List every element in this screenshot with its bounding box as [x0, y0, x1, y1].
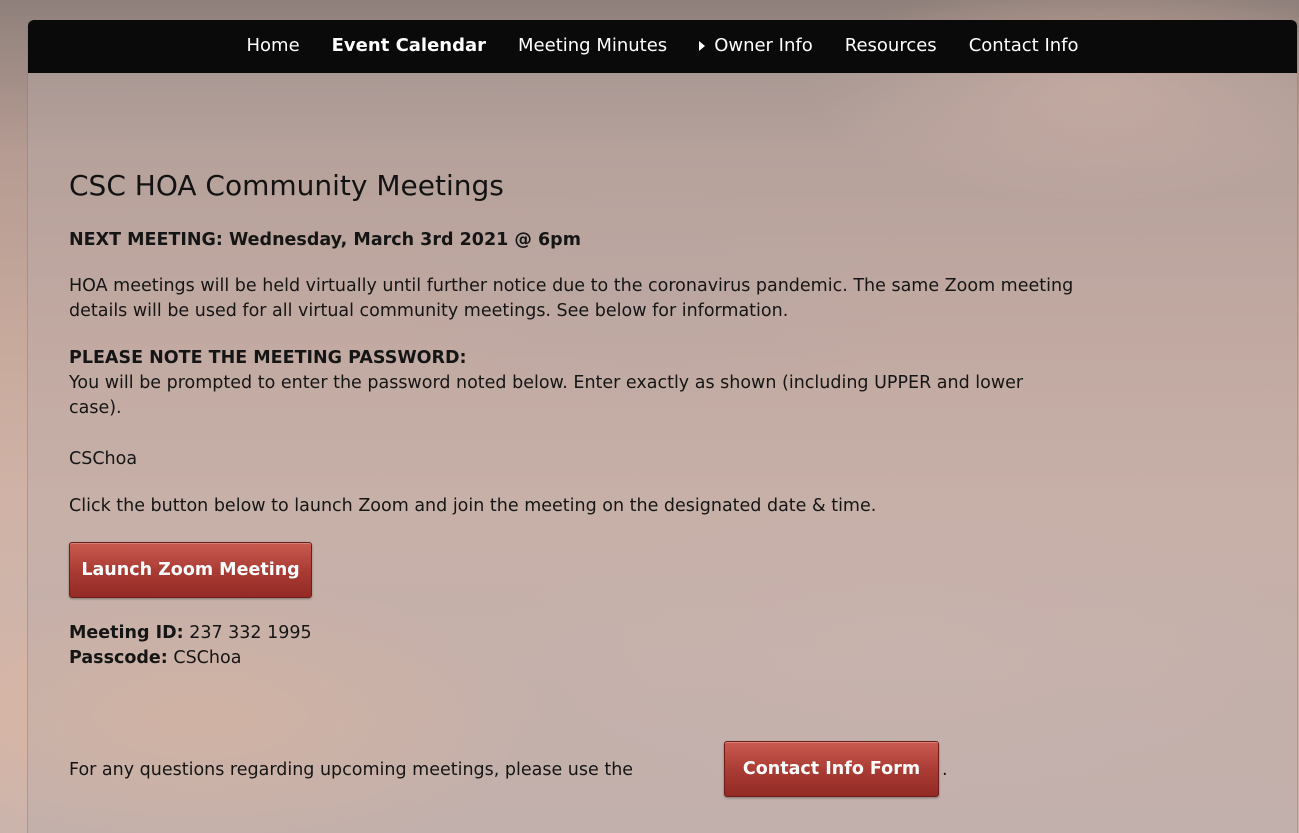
meeting-id-label: Meeting ID: — [69, 623, 184, 643]
nav-contact-info[interactable]: Contact Info — [969, 35, 1079, 56]
main-navbar: Home Event Calendar Meeting Minutes Owne… — [28, 20, 1297, 73]
passcode-line: Passcode: CSChoa — [69, 646, 241, 670]
contact-info-form-button[interactable]: Contact Info Form — [724, 741, 939, 797]
questions-text: For any questions regarding upcoming mee… — [69, 760, 634, 780]
launch-zoom-button[interactable]: Launch Zoom Meeting — [69, 542, 312, 598]
nav-resources-label: Resources — [844, 35, 937, 56]
intro-text-line-2: details will be used for all virtual com… — [69, 301, 789, 321]
meeting-id-line: Meeting ID: 237 332 1995 — [69, 621, 312, 645]
passcode-value: CSChoa — [167, 648, 242, 668]
launch-instructions: Click the button below to launch Zoom an… — [69, 496, 877, 516]
nav-home-label: Home — [246, 35, 300, 56]
passcode-label: Passcode: — [69, 648, 168, 668]
meeting-id-value: 237 332 1995 — [183, 623, 312, 643]
nav-resources[interactable]: Resources — [845, 35, 937, 56]
page-frame: Home Event Calendar Meeting Minutes Owne… — [27, 20, 1298, 833]
password-note-line-2: case). — [69, 398, 122, 418]
nav-contact-info-label: Contact Info — [968, 35, 1079, 56]
nav-meeting-minutes-label: Meeting Minutes — [518, 35, 668, 56]
password-value: CSChoa — [69, 449, 138, 469]
password-note-line-1: You will be prompted to enter the passwo… — [69, 373, 1024, 393]
submenu-arrow-icon — [699, 40, 706, 51]
nav-event-calendar[interactable]: Event Calendar — [332, 35, 486, 56]
nav-meeting-minutes[interactable]: Meeting Minutes — [518, 35, 667, 56]
nav-home[interactable]: Home — [246, 35, 299, 56]
page-title: CSC HOA Community Meetings — [69, 169, 504, 202]
nav-owner-info[interactable]: Owner Info — [699, 35, 813, 56]
questions-suffix: . — [942, 760, 948, 780]
password-heading: PLEASE NOTE THE MEETING PASSWORD: — [69, 348, 467, 368]
next-meeting-heading: NEXT MEETING: Wednesday, March 3rd 2021 … — [69, 230, 581, 250]
nav-event-calendar-label: Event Calendar — [331, 35, 487, 56]
nav-owner-info-label: Owner Info — [714, 35, 813, 56]
intro-text-line-1: HOA meetings will be held virtually unti… — [69, 276, 1074, 296]
